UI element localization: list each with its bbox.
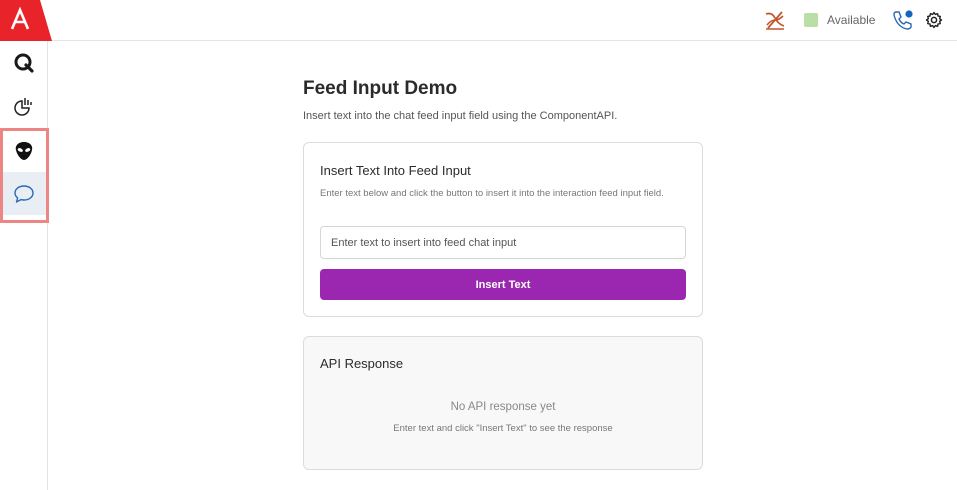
feed-text-input[interactable] — [320, 226, 686, 259]
phone-icon[interactable] — [892, 0, 914, 40]
status-color-swatch — [804, 13, 818, 27]
settings-gear-icon[interactable] — [925, 0, 943, 40]
insert-text-card: Insert Text Into Feed Input Enter text b… — [303, 142, 703, 317]
page-title: Feed Input Demo — [303, 78, 458, 99]
q-letter-icon — [14, 53, 34, 73]
alien-icon — [15, 141, 32, 160]
sidebar-item-search[interactable] — [0, 41, 47, 84]
status-indicator[interactable]: Available — [804, 0, 875, 40]
sidebar-item-alien[interactable] — [0, 129, 47, 172]
insert-card-title: Insert Text Into Feed Input — [320, 163, 471, 178]
sidebar — [0, 41, 48, 490]
page-description: Insert text into the chat feed input fie… — [303, 110, 618, 122]
insert-card-description: Enter text below and click the button to… — [320, 188, 664, 199]
sidebar-item-analytics[interactable] — [0, 85, 47, 128]
empty-state-description: Enter text and click "Insert Text" to se… — [393, 423, 613, 434]
microphone-off-icon[interactable] — [763, 0, 787, 40]
insert-text-button[interactable]: Insert Text — [320, 269, 686, 300]
page-header: Feed Input Demo Insert text into the cha… — [303, 78, 703, 122]
analytics-chart-icon — [13, 97, 32, 116]
sidebar-item-chat[interactable] — [0, 172, 47, 215]
api-response-card: API Response No API response yet Enter t… — [303, 336, 703, 470]
empty-state-title: No API response yet — [450, 401, 556, 413]
chat-bubble-icon — [13, 184, 34, 203]
api-response-title: API Response — [320, 356, 404, 371]
brand-logo-icon[interactable] — [0, 0, 52, 41]
top-bar: Available — [0, 0, 957, 41]
status-label: Available — [827, 13, 876, 27]
